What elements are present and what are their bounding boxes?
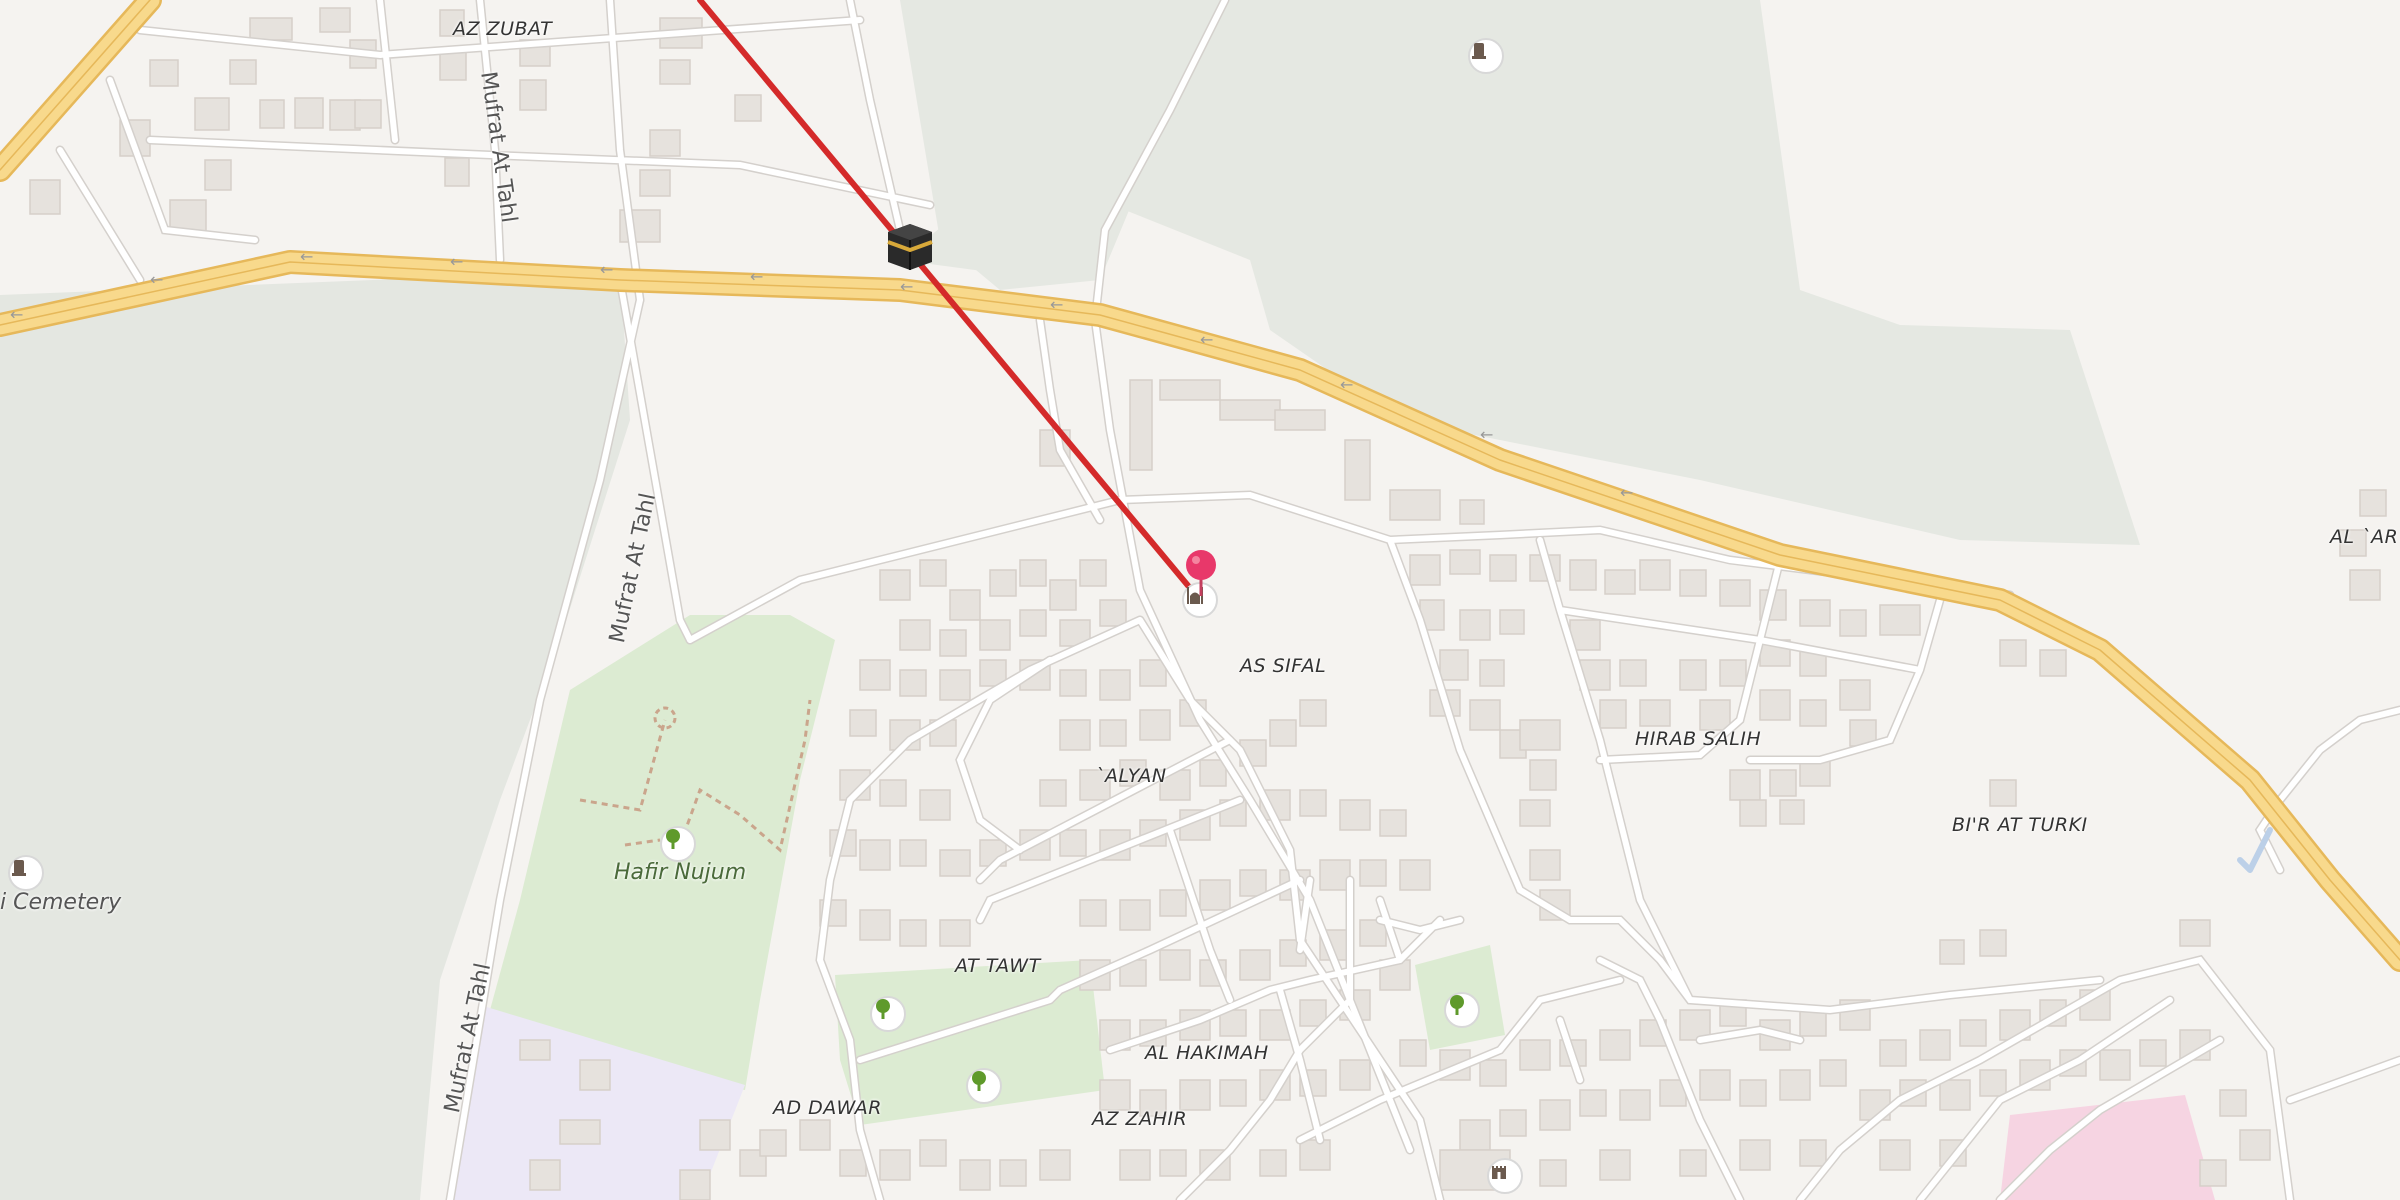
cemetery-icon[interactable] [8,855,44,891]
svg-text:←: ← [150,270,163,289]
neighborhood-label: AL HAKIMAH [1145,1042,1269,1064]
tree-icon[interactable] [870,996,906,1032]
tree-icon[interactable] [966,1068,1002,1104]
svg-text:←: ← [600,260,613,279]
tree-icon[interactable] [660,826,696,862]
neighborhood-label: AZ ZUBAT [453,18,553,40]
neighborhood-label: AZ ZAHIR [1092,1108,1188,1130]
cemetery-label: i Cemetery [0,890,122,915]
svg-text:←: ← [1200,330,1213,349]
svg-text:←: ← [300,247,313,266]
neighborhood-label: AL `AR [2330,526,2399,548]
svg-text:←: ← [1340,375,1353,394]
tree-icon[interactable] [1444,992,1480,1028]
neighborhood-label: HIRAB SALIH [1635,728,1762,750]
neighborhood-label: `ALYAN [1095,765,1167,787]
svg-text:←: ← [10,305,23,324]
neighborhood-label: AT TAWT [955,955,1041,977]
svg-text:←: ← [900,277,913,296]
svg-text:←: ← [1480,425,1493,444]
park-label: Hafir Nujum [614,860,747,885]
svg-text:←: ← [1050,295,1063,314]
svg-text:←: ← [750,267,763,286]
svg-text:←: ← [450,252,463,271]
svg-text:←: ← [1620,483,1633,502]
map-canvas[interactable]: ← ← ← ← ← ← ← ← ← ← ← ← AZ ZUBAT AS SIFAL `ALYAN HI… [0,0,2400,1200]
cemetery-icon[interactable] [1468,38,1504,74]
kaaba-icon[interactable] [882,218,938,274]
neighborhood-label: BI'R AT TURKI [1952,814,2088,836]
neighborhood-label: AD DAWAR [773,1097,883,1119]
neighborhood-label: AS SIFAL [1240,655,1327,677]
castle-icon[interactable] [1487,1158,1523,1194]
pin-marker-icon[interactable] [1183,548,1219,598]
